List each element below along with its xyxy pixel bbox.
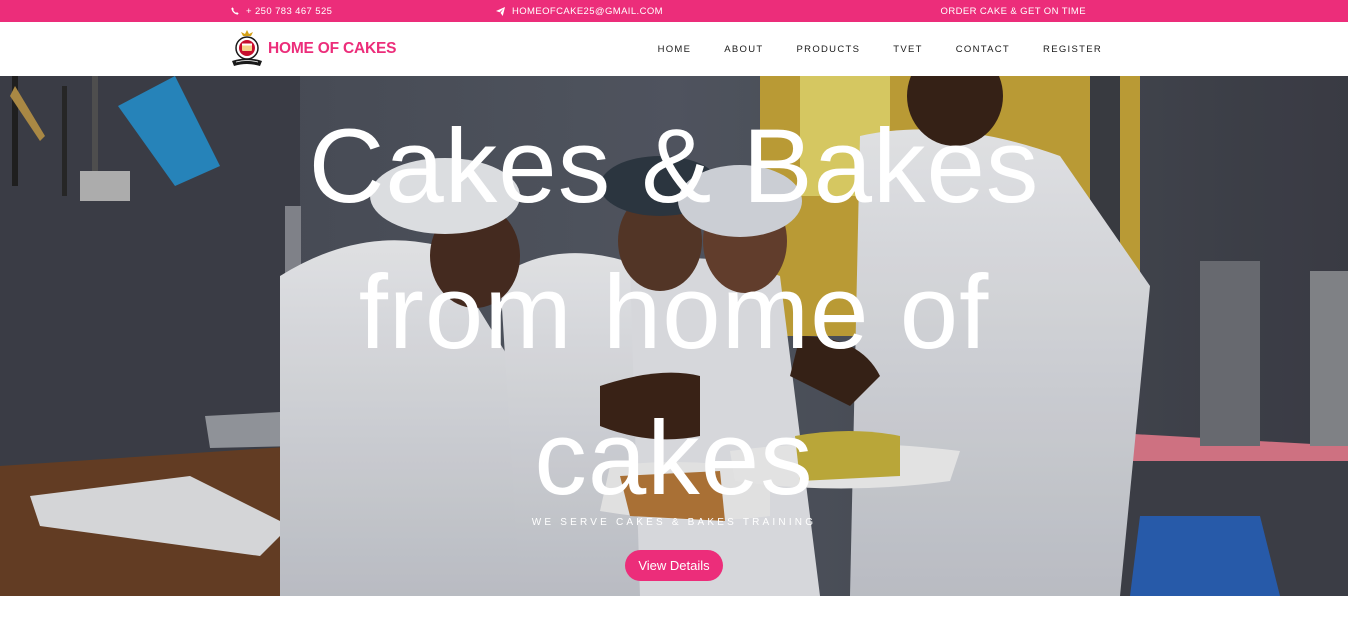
email-address: HOMEOFCAKE25@GMAIL.COM <box>512 5 663 17</box>
nav-tvet[interactable]: TVET <box>893 44 922 55</box>
email-contact[interactable]: HOMEOFCAKE25@GMAIL.COM <box>496 0 663 22</box>
hero-subtitle: WE SERVE CAKES & BAKES TRAINING <box>531 517 817 528</box>
hero-section: Cakes & Bakes from home of cakes WE SERV… <box>0 76 1348 596</box>
nav-contact[interactable]: CONTACT <box>956 44 1010 55</box>
order-slogan: ORDER CAKE & GET ON TIME <box>940 5 1086 17</box>
top-info-bar: + 250 783 467 525 HOMEOFCAKE25@GMAIL.COM… <box>0 0 1348 22</box>
phone-number: + 250 783 467 525 <box>246 5 333 17</box>
home-of-cakes-logo <box>232 30 262 66</box>
phone-contact[interactable]: + 250 783 467 525 <box>231 0 332 22</box>
view-details-button[interactable]: View Details <box>625 550 723 581</box>
nav-home[interactable]: HOME <box>658 44 692 55</box>
hero-title: Cakes & Bakes from home of cakes <box>308 108 1040 517</box>
brand-name: HOME OF CAKES <box>268 40 397 57</box>
brand-link[interactable]: HOME OF CAKES <box>230 28 396 70</box>
nav-register[interactable]: REGISTER <box>1043 44 1102 55</box>
nav-products[interactable]: PRODUCTS <box>797 44 861 55</box>
phone-icon <box>231 7 239 15</box>
main-nav: HOME ABOUT PRODUCTS TVET CONTACT REGISTE… <box>658 22 1102 76</box>
main-navbar: HOME OF CAKES HOME ABOUT PRODUCTS TVET C… <box>0 22 1348 76</box>
paper-plane-icon <box>496 6 505 16</box>
nav-about[interactable]: ABOUT <box>724 44 763 55</box>
